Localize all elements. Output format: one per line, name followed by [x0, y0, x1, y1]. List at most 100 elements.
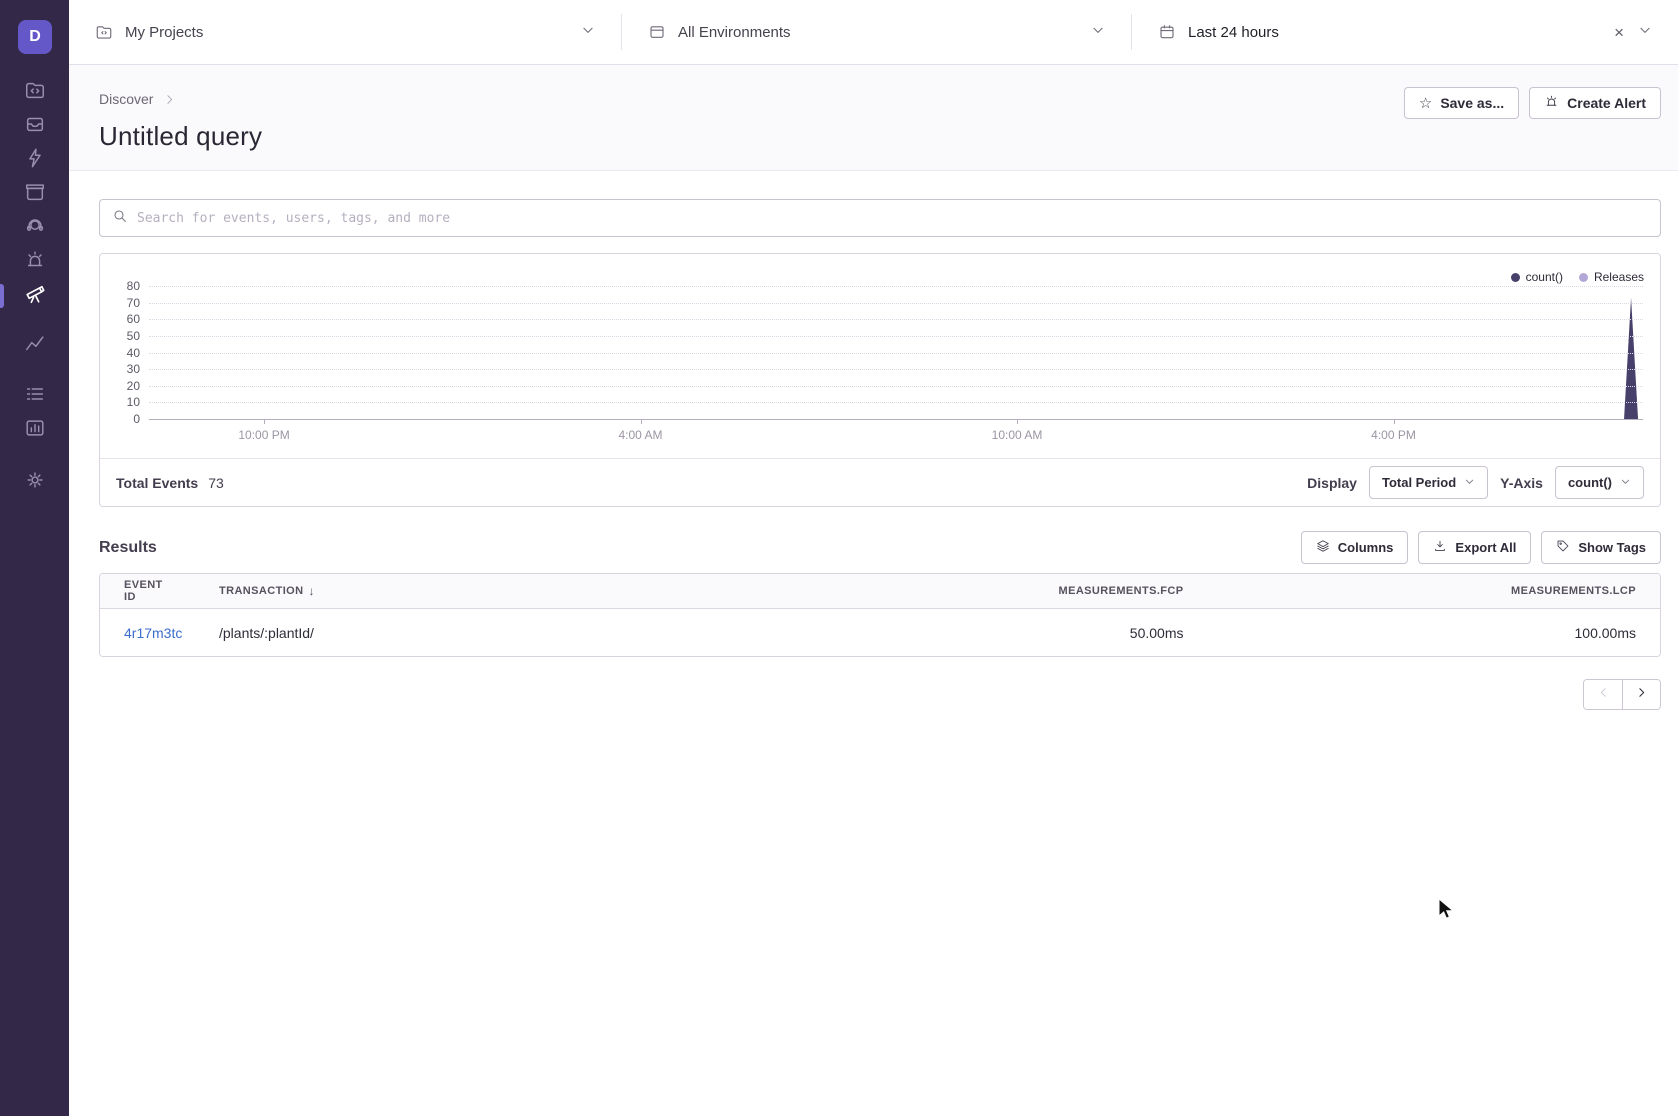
calendar-icon — [1158, 23, 1176, 41]
previous-page-button[interactable] — [1584, 680, 1622, 709]
chevron-right-icon — [163, 93, 176, 106]
project-folder-icon — [95, 23, 113, 41]
lcp-header-label: MEASUREMENTS.LCP — [1511, 585, 1636, 597]
gridline — [149, 369, 1643, 370]
chart-y-axis: 01020304050607080 — [100, 286, 140, 420]
releases-series-dot — [1579, 273, 1588, 282]
project-selector[interactable]: My Projects — [69, 0, 621, 64]
search-icon — [112, 208, 128, 229]
project-selector-label: My Projects — [125, 24, 203, 41]
display-value: Total Period — [1382, 475, 1456, 490]
yaxis-label: Y-Axis — [1500, 475, 1543, 491]
lightning-icon — [24, 147, 46, 174]
sidebar-item-alerts[interactable] — [0, 245, 69, 279]
column-header-transaction[interactable]: TRANSACTION ↓ — [195, 584, 755, 598]
yaxis-value: count() — [1568, 475, 1612, 490]
sidebar-nav — [0, 75, 69, 499]
sidebar-item-settings[interactable] — [0, 465, 69, 499]
legend-count-label: count() — [1526, 270, 1563, 284]
sidebar-item-performance[interactable] — [0, 143, 69, 177]
environment-selector[interactable]: All Environments — [622, 0, 1131, 64]
lcp-cell: 100.00ms — [1208, 625, 1661, 641]
header-actions: ☆ Save as... Create Alert — [1404, 87, 1661, 119]
table-row: 4r17m3tc /plants/:plantId/ 50.00ms 100.0… — [100, 609, 1660, 656]
export-all-button[interactable]: Export All — [1418, 531, 1531, 564]
event-id-cell: 4r17m3tc — [100, 625, 195, 641]
gridline — [149, 336, 1643, 337]
show-tags-button[interactable]: Show Tags — [1541, 531, 1661, 564]
sidebar: D — [0, 0, 69, 1116]
display-label: Display — [1307, 475, 1357, 491]
sidebar-item-projects[interactable] — [0, 75, 69, 109]
date-range-selector[interactable]: Last 24 hours × — [1132, 0, 1678, 64]
columns-label: Columns — [1338, 540, 1394, 555]
save-as-label: Save as... — [1440, 95, 1504, 111]
query-list-icon — [24, 383, 46, 410]
display-dropdown[interactable]: Total Period — [1369, 466, 1488, 499]
event-id-header-label: EVENT ID — [124, 579, 171, 603]
sidebar-item-queries[interactable] — [0, 379, 69, 413]
breadcrumb-discover-link[interactable]: Discover — [99, 91, 153, 107]
column-header-event-id[interactable]: EVENT ID — [100, 579, 195, 603]
support-headset-icon — [24, 215, 46, 242]
save-as-button[interactable]: ☆ Save as... — [1404, 87, 1519, 119]
legend-releases-label: Releases — [1594, 270, 1644, 284]
show-tags-label: Show Tags — [1578, 540, 1646, 555]
clear-date-icon[interactable]: × — [1614, 24, 1624, 41]
sidebar-item-metrics[interactable] — [0, 329, 69, 363]
y-tick-label: 30 — [100, 362, 140, 376]
window-icon — [648, 23, 666, 41]
column-header-measurements-lcp[interactable]: MEASUREMENTS.LCP — [1208, 585, 1661, 597]
chart-legend: count() Releases — [1511, 270, 1644, 284]
x-tick-label: 4:00 AM — [619, 428, 663, 442]
columns-button[interactable]: Columns — [1301, 531, 1409, 564]
chevron-down-icon — [1638, 23, 1652, 42]
x-tick-label: 10:00 AM — [992, 428, 1043, 442]
sidebar-item-stats[interactable] — [0, 413, 69, 447]
sidebar-item-releases[interactable] — [0, 177, 69, 211]
total-events-value: 73 — [208, 475, 224, 491]
column-header-measurements-fcp[interactable]: MEASUREMENTS.FCP — [755, 585, 1208, 597]
search-bar — [99, 199, 1661, 237]
environment-selector-label: All Environments — [678, 24, 791, 41]
sidebar-item-discover[interactable] — [0, 279, 69, 313]
main-column: My Projects All Environments Last 24 hou… — [69, 0, 1678, 1116]
create-alert-button[interactable]: Create Alert — [1529, 87, 1661, 119]
results-header: Results Columns Export All Show Tags — [99, 531, 1661, 564]
releases-box-icon — [24, 181, 46, 208]
results-table: EVENT ID TRANSACTION ↓ MEASUREMENTS.FCP … — [99, 573, 1661, 657]
chevron-down-icon — [1620, 475, 1631, 490]
yaxis-dropdown[interactable]: count() — [1555, 466, 1644, 499]
search-input[interactable] — [137, 211, 1648, 226]
chart-plot[interactable] — [149, 286, 1643, 420]
y-tick-label: 70 — [100, 296, 140, 310]
chart-area: count() Releases 01020304050607080 10:00… — [100, 254, 1660, 458]
pagination-group — [1583, 679, 1661, 710]
pagination — [99, 679, 1661, 710]
x-tick-mark — [1017, 420, 1018, 424]
siren-icon — [1544, 94, 1559, 112]
events-chart-panel: count() Releases 01020304050607080 10:00… — [99, 253, 1661, 507]
chart-x-axis: 10:00 PM4:00 AM10:00 AM4:00 PM — [149, 428, 1643, 444]
sidebar-item-issues[interactable] — [0, 109, 69, 143]
org-avatar[interactable]: D — [18, 20, 52, 54]
star-icon: ☆ — [1419, 94, 1432, 112]
chevron-left-icon — [1597, 686, 1610, 704]
y-tick-label: 60 — [100, 312, 140, 326]
legend-item-count[interactable]: count() — [1511, 270, 1563, 284]
y-tick-label: 40 — [100, 346, 140, 360]
content: count() Releases 01020304050607080 10:00… — [69, 171, 1678, 1116]
count-series-dot — [1511, 273, 1520, 282]
layers-icon — [1316, 539, 1330, 556]
sort-desc-icon: ↓ — [308, 584, 314, 598]
x-tick-label: 10:00 PM — [238, 428, 289, 442]
event-id-link[interactable]: 4r17m3tc — [124, 625, 182, 641]
sidebar-item-user-feedback[interactable] — [0, 211, 69, 245]
x-tick-mark — [641, 420, 642, 424]
next-page-button[interactable] — [1622, 680, 1660, 709]
y-tick-label: 20 — [100, 379, 140, 393]
date-range-label: Last 24 hours — [1188, 24, 1279, 41]
page-header: Discover Untitled query ☆ Save as... Cre… — [69, 65, 1678, 171]
gridline — [149, 286, 1643, 287]
legend-item-releases[interactable]: Releases — [1579, 270, 1644, 284]
